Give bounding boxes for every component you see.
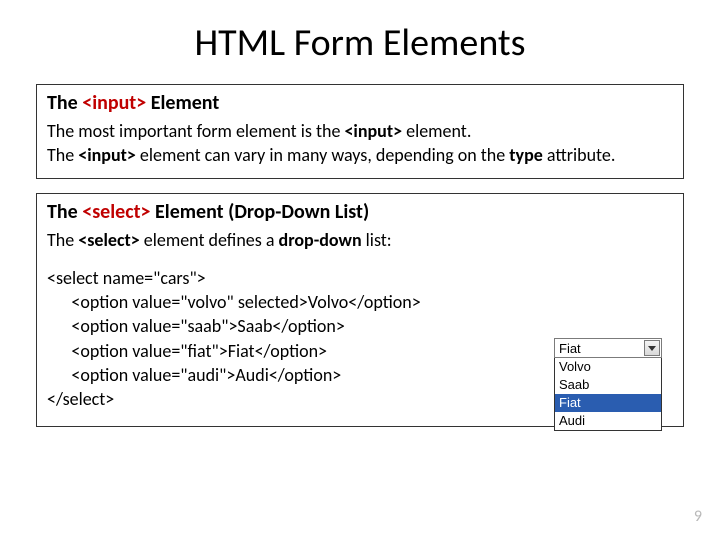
keyword-input: <input> — [78, 144, 136, 166]
keyword-select: <select> — [82, 200, 150, 224]
dropdown-list: Volvo Saab Fiat Audi — [554, 358, 662, 431]
keyword-input: <input> — [344, 120, 402, 142]
select-intro: The <select> element defines a drop-down… — [47, 228, 673, 252]
keyword-type: type — [509, 144, 543, 166]
text: Element (Drop-Down List) — [151, 200, 370, 224]
text: The — [47, 229, 78, 251]
dropdown-option[interactable]: Audi — [555, 412, 661, 430]
dropdown-option[interactable]: Volvo — [555, 358, 661, 376]
text: element can vary in many ways, depending… — [136, 144, 509, 166]
dropdown-illustration: Fiat Volvo Saab Fiat Audi — [554, 338, 662, 431]
text: element defines a — [140, 229, 279, 251]
text: list: — [362, 229, 392, 251]
text: The — [47, 144, 78, 166]
input-body: The most important form element is the <… — [47, 119, 673, 168]
dropdown-closed[interactable]: Fiat — [554, 338, 662, 358]
chevron-down-icon[interactable] — [644, 340, 660, 356]
slide-title: HTML Form Elements — [36, 20, 684, 66]
text: Element — [146, 91, 219, 115]
keyword-input: <input> — [82, 91, 146, 115]
text: The most important form element is the — [47, 120, 344, 142]
text: element. — [402, 120, 471, 142]
slide: HTML Form Elements The <input> Element T… — [0, 0, 720, 540]
text: The — [47, 91, 82, 115]
dropdown-option-selected[interactable]: Fiat — [555, 394, 661, 412]
input-heading: The <input> Element — [47, 91, 673, 115]
keyword-dropdown: drop-down — [279, 229, 362, 251]
text: The — [47, 200, 82, 224]
input-element-box: The <input> Element The most important f… — [36, 84, 684, 179]
dropdown-selected-value: Fiat — [559, 341, 581, 356]
text: attribute. — [543, 144, 616, 166]
select-heading: The <select> Element (Drop-Down List) — [47, 200, 673, 224]
page-number: 9 — [694, 507, 702, 526]
dropdown-option[interactable]: Saab — [555, 376, 661, 394]
keyword-select: <select> — [78, 229, 139, 251]
